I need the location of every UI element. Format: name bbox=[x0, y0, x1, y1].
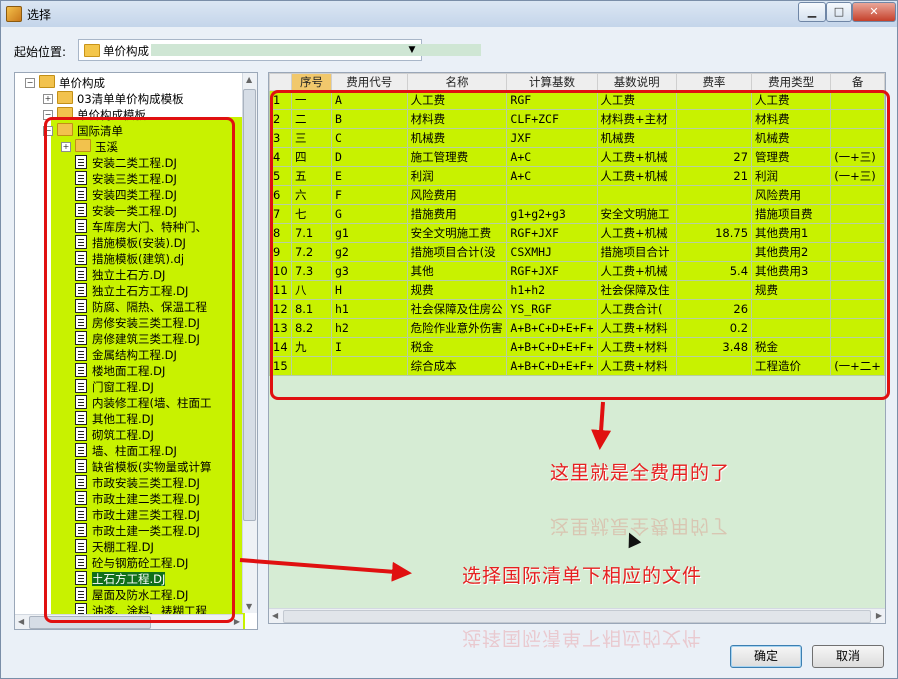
cancel-button[interactable]: 取消 bbox=[812, 645, 884, 668]
ok-button[interactable]: 确定 bbox=[730, 645, 802, 668]
grid-annotation-reflection: 这里就是全费用的了 bbox=[550, 515, 731, 537]
tree-annotation-reflection: 选择国际清单下相应的文件 bbox=[462, 627, 703, 649]
tree-annotation-text: 选择国际清单下相应的文件 bbox=[462, 565, 703, 587]
annotation-arrows bbox=[239, 401, 612, 582]
grid-annotation-text: 这里就是全费用的了 bbox=[550, 462, 731, 484]
